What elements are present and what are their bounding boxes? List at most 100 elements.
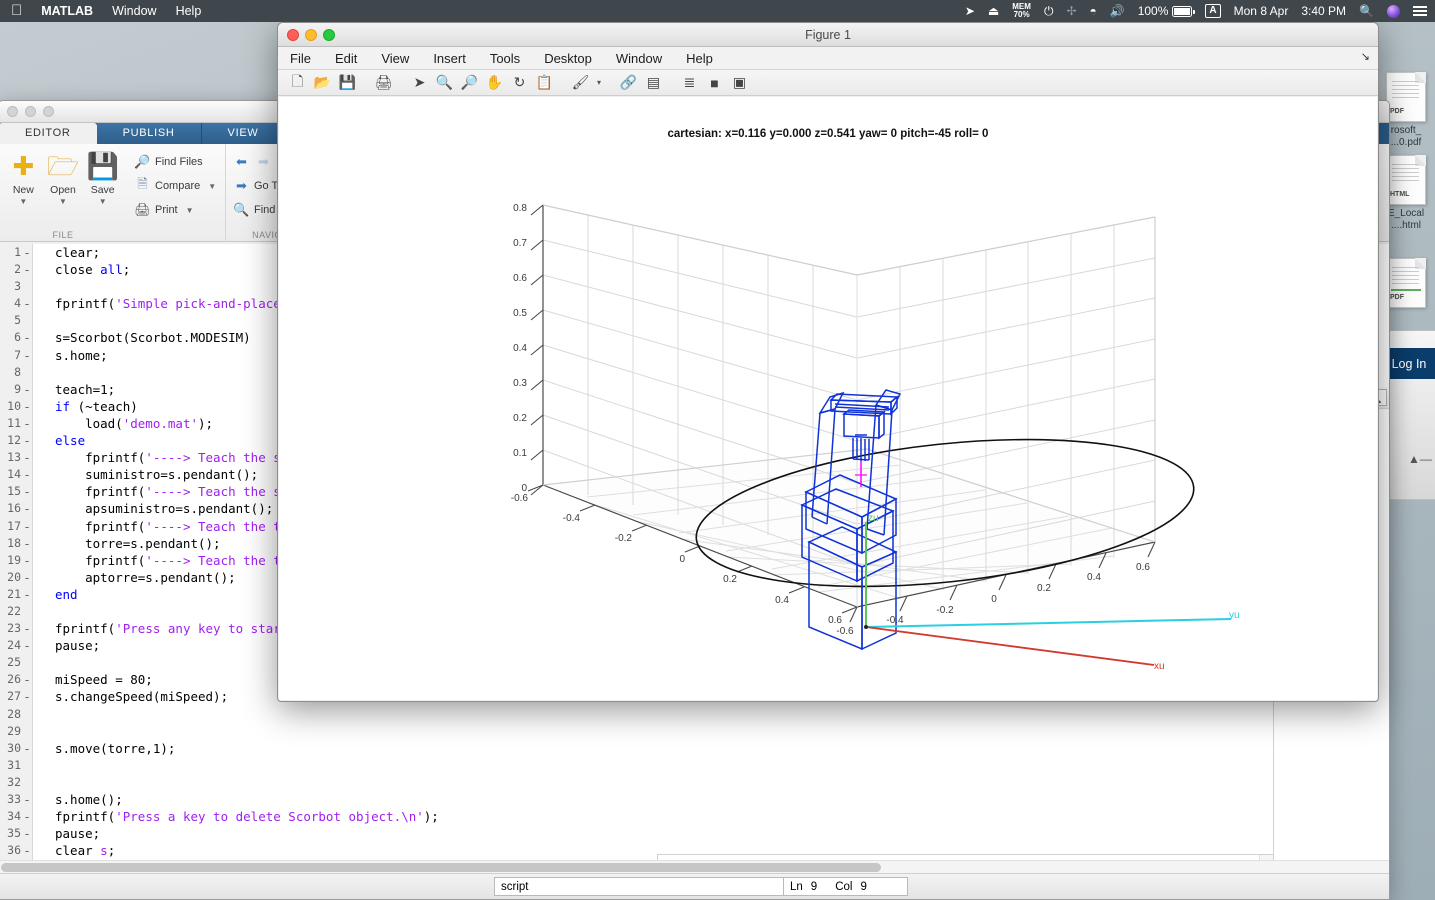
executable-marker	[21, 706, 33, 723]
plot-3d-axes[interactable]: 0 0.1 0.2 0.3 0.4 0.5 0.6 0.7 0.8 -0.6 -…	[279, 97, 1379, 702]
figure-window-title: Figure 1	[805, 27, 851, 42]
memory-indicator[interactable]: MEM 70%	[1012, 3, 1031, 19]
notification-center-icon[interactable]	[1413, 6, 1427, 16]
z-tick-label: 0.1	[513, 448, 527, 459]
print-button[interactable]: 🖨 Print ▼	[133, 199, 219, 221]
brush-data-icon[interactable]: 🖌	[568, 72, 593, 94]
line-number: 14	[7, 467, 21, 482]
print-figure-icon[interactable]: 🖨	[371, 72, 396, 94]
x-tick-label: 0.4	[1087, 572, 1101, 583]
data-cursor-icon[interactable]: 📋	[532, 72, 557, 94]
code-line[interactable]: 34- fprintf('Press a key to delete Scorbo…	[0, 808, 1389, 825]
tab-view[interactable]: VIEW	[201, 123, 286, 144]
menu-view[interactable]: View	[381, 51, 409, 66]
menu-help[interactable]: Help	[686, 51, 713, 66]
resize-corner-icon[interactable]: ↘	[1361, 50, 1370, 63]
editor-horizontal-scrollbar[interactable]	[0, 860, 1389, 873]
log-in-button[interactable]: Log In	[1383, 348, 1435, 379]
zoom-out-icon[interactable]: 🔎	[457, 72, 482, 94]
chevron-down-icon[interactable]: ▼	[208, 182, 216, 191]
matlab-close-button[interactable]	[7, 106, 18, 117]
menubar-time: 3:40 PM	[1301, 4, 1347, 18]
code-line[interactable]: 28	[0, 706, 1389, 723]
forward-arrow-icon: ➡	[258, 154, 269, 169]
open-file-icon[interactable]: 📂	[310, 72, 335, 94]
executable-marker: -	[23, 398, 31, 414]
code-line[interactable]: 35- pause;	[0, 825, 1389, 842]
code-line[interactable]: 32	[0, 774, 1389, 791]
chevron-down-icon[interactable]: ▼	[5, 197, 42, 207]
open-button[interactable]: 🗁 Open ▼	[45, 148, 82, 207]
menu-app-name[interactable]: MATLAB	[41, 4, 93, 18]
bluetooth-icon[interactable]: ✢	[1066, 4, 1076, 18]
z-tick-label: 0.8	[513, 203, 527, 214]
new-figure-icon[interactable]: 🗋	[285, 72, 310, 94]
code-line[interactable]: 30- s.move(torre,1);	[0, 740, 1389, 757]
apple-logo-icon[interactable]: 	[11, 3, 22, 18]
line-number: 23	[7, 621, 21, 636]
save-button[interactable]: 💾 Save ▼	[84, 148, 121, 207]
eject-icon[interactable]: ⏏	[988, 4, 999, 18]
mem-value: 70%	[1013, 10, 1030, 19]
line-number: 35	[7, 826, 21, 841]
ribbon-group-file-small: 🔎 Find Files 🗎 Compare ▼ 🖨 Print ▼	[127, 144, 225, 242]
line-number: 3	[14, 279, 21, 294]
zoom-in-icon[interactable]: 🔍	[432, 72, 457, 94]
colorbar-icon[interactable]: ▤	[641, 72, 666, 94]
save-figure-icon[interactable]: 💾	[335, 72, 360, 94]
hide-plot-tools-icon[interactable]: ■	[702, 72, 727, 94]
code-line[interactable]: 31	[0, 757, 1389, 774]
rotate-3d-icon[interactable]: ↻	[507, 72, 532, 94]
figure-canvas[interactable]: cartesian: x=0.116 y=0.000 z=0.541 yaw= …	[279, 97, 1377, 700]
battery-charging-icon[interactable]	[1172, 5, 1195, 17]
figure-close-button[interactable]	[287, 28, 299, 41]
pan-hand-icon[interactable]: ✋	[482, 72, 507, 94]
compare-button[interactable]: 🗎 Compare ▼	[133, 175, 219, 197]
wifi-icon[interactable]: ◓	[1090, 4, 1097, 18]
menu-insert[interactable]: Insert	[433, 51, 466, 66]
find-files-button[interactable]: 🔎 Find Files	[133, 151, 219, 173]
code-line[interactable]: 33- s.home();	[0, 791, 1389, 808]
pdf-file-icon: PDF	[1386, 72, 1426, 122]
scroll-to-top-icon[interactable]: ▲—	[1408, 452, 1432, 466]
show-plot-tools-icon[interactable]: ▣	[727, 72, 752, 94]
code-text: s=Scorbot(Scorbot.MODESIM)	[55, 330, 251, 346]
macos-menu-bar:  MATLAB Window Help ➤ ⏏ MEM 70% ⏻ ✢ ◓ 🔊…	[0, 0, 1435, 22]
link-plot-icon[interactable]: 🔗	[616, 72, 641, 94]
executable-marker: -	[23, 450, 31, 466]
figure-zoom-button[interactable]	[323, 28, 335, 41]
location-arrow-icon[interactable]: ➤	[965, 4, 975, 18]
volume-icon[interactable]: 🔊	[1110, 4, 1125, 18]
pointer-select-icon[interactable]: ➤	[407, 72, 432, 94]
matlab-minimize-button[interactable]	[25, 106, 36, 117]
brush-dropdown-caret[interactable]: ▾	[593, 72, 605, 94]
menu-edit[interactable]: Edit	[335, 51, 357, 66]
print-icon: 🖨	[134, 202, 151, 217]
executable-marker: -	[23, 262, 31, 278]
menu-desktop[interactable]: Desktop	[544, 51, 592, 66]
code-text: fprintf('Press a key to delete Scorbot o…	[55, 809, 439, 825]
legend-icon[interactable]: ≣	[677, 72, 702, 94]
figure-title-bar[interactable]: Figure 1	[278, 23, 1378, 47]
matlab-zoom-button[interactable]	[43, 106, 54, 117]
y-tick-label: 0.2	[723, 574, 737, 585]
figure-minimize-button[interactable]	[305, 28, 317, 41]
input-source-indicator[interactable]: A	[1205, 4, 1221, 18]
siri-icon[interactable]	[1387, 4, 1400, 18]
menu-tools[interactable]: Tools	[490, 51, 520, 66]
menu-window[interactable]: Window	[616, 51, 662, 66]
menu-window[interactable]: Window	[112, 4, 156, 18]
menu-file[interactable]: File	[290, 51, 311, 66]
y-tick-label: 0.6	[828, 615, 842, 626]
chevron-down-icon[interactable]: ▼	[45, 197, 82, 207]
menu-help[interactable]: Help	[176, 4, 202, 18]
new-button[interactable]: ✚ New ▼	[5, 148, 42, 207]
chevron-down-icon[interactable]: ▼	[84, 197, 121, 207]
search-icon[interactable]: 🔍	[1359, 4, 1374, 18]
tab-editor[interactable]: EDITOR	[0, 123, 97, 144]
code-line[interactable]: 29	[0, 723, 1389, 740]
chevron-down-icon[interactable]: ▼	[186, 206, 194, 215]
airplay-audio-icon[interactable]: ⏻	[1044, 4, 1054, 19]
tab-publish[interactable]: PUBLISH	[96, 123, 202, 144]
